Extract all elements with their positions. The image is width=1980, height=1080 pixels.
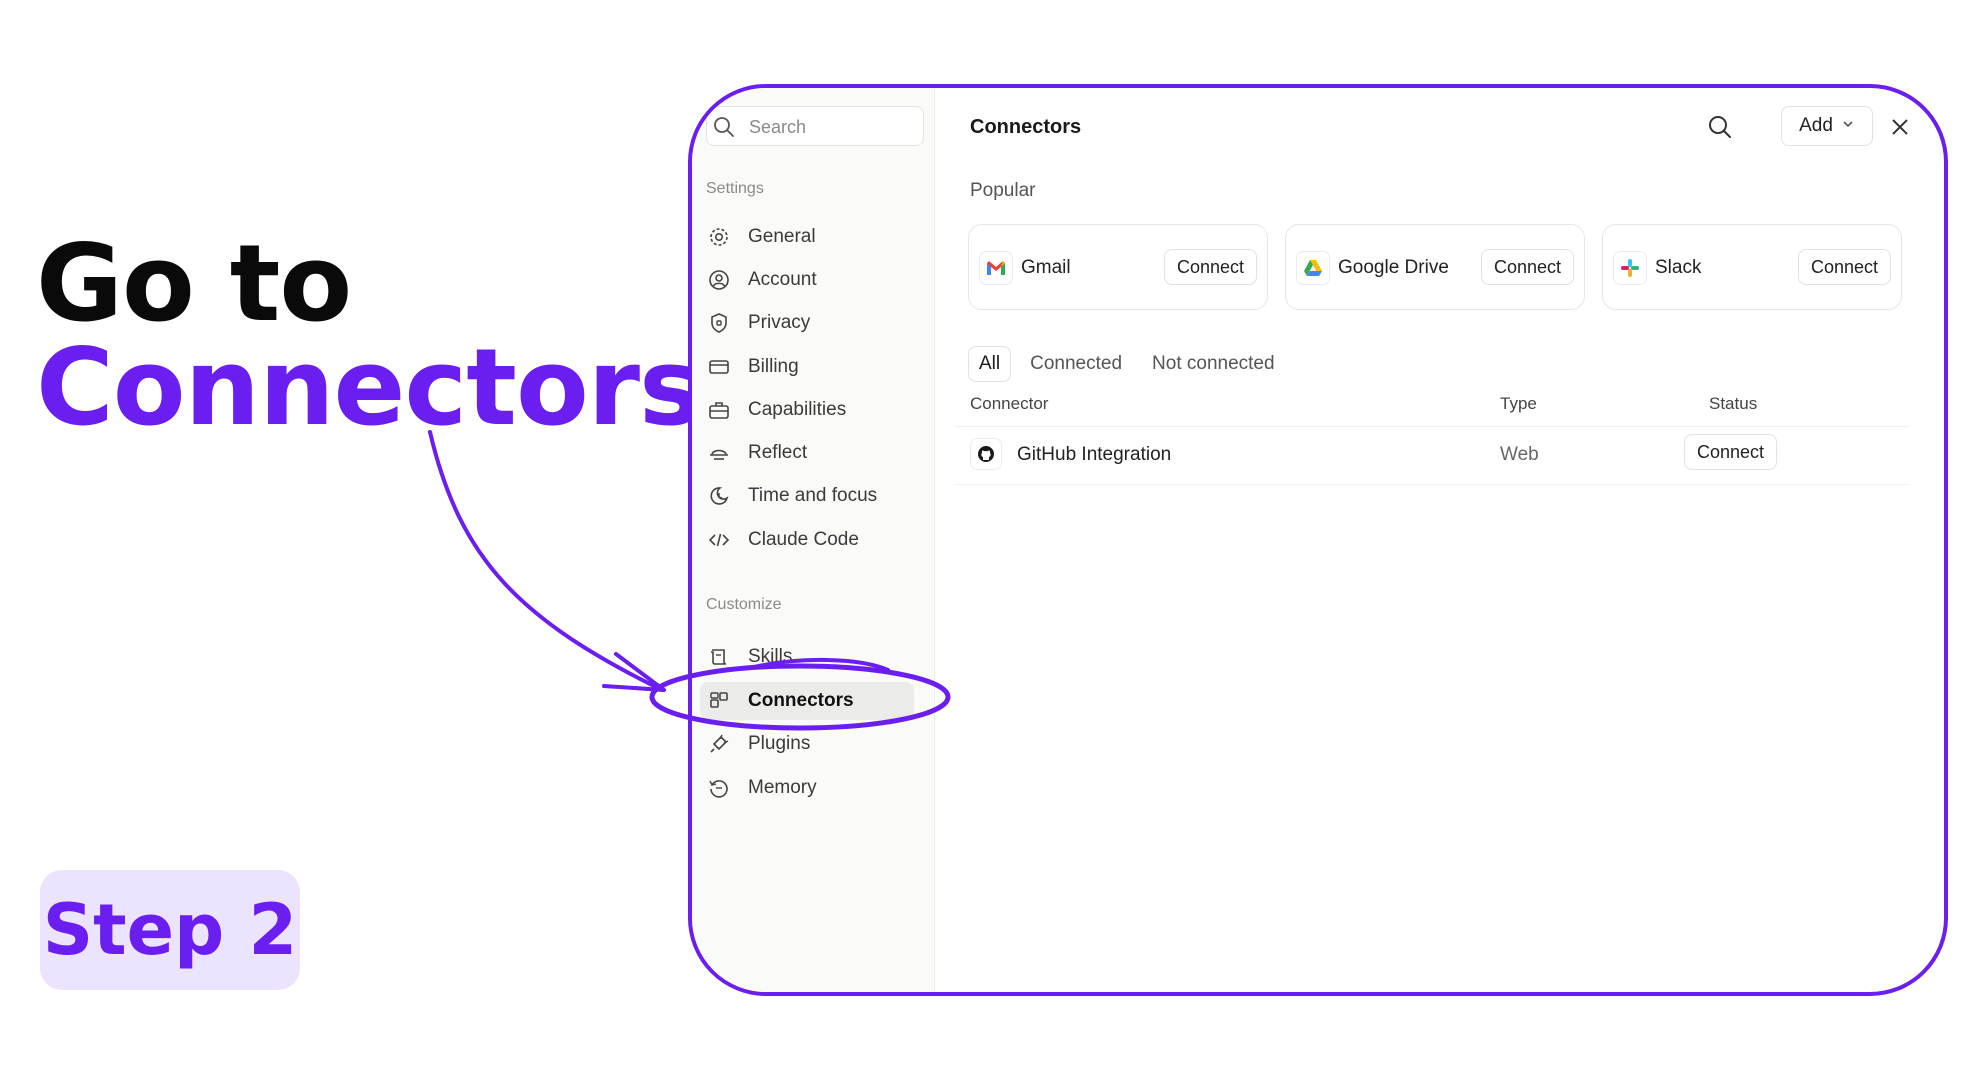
connector-name: GitHub Integration (1017, 444, 1172, 465)
sidebar-item-label: Plugins (748, 733, 811, 754)
connectors-icon (706, 688, 732, 714)
sidebar-search[interactable] (706, 106, 924, 146)
sidebar-item-label: Claude Code (748, 529, 859, 550)
sidebar-item-connectors[interactable]: Connectors (700, 682, 914, 720)
sidebar-item-label: Skills (748, 646, 793, 667)
sidebar-item-label: Reflect (748, 442, 808, 463)
search-input[interactable] (747, 115, 921, 139)
sidebar-item-billing[interactable]: Billing (700, 348, 914, 386)
connect-button[interactable]: Connect (1797, 249, 1891, 285)
sidebar-item-capabilities[interactable]: Capabilities (700, 391, 914, 429)
popular-section-label: Popular (970, 180, 1036, 201)
filter-tab-all[interactable]: All (968, 346, 1012, 382)
step-badge: Step 2 (40, 870, 300, 990)
sidebar-item-skills[interactable]: Skills (700, 638, 914, 676)
sidebar-item-plugins[interactable]: Plugins (700, 725, 914, 763)
settings-section-label: Settings (706, 180, 764, 197)
filter-tab-connected[interactable]: Connected (1019, 346, 1133, 382)
scroll-icon (706, 644, 732, 670)
search-icon[interactable] (1707, 114, 1733, 145)
sidebar-item-account[interactable]: Account (700, 261, 914, 299)
connector-type: Web (1500, 444, 1539, 465)
gear-icon (706, 224, 732, 250)
popular-card-name: Gmail (1021, 257, 1071, 278)
page-title: Connectors (970, 116, 1082, 138)
sidebar-item-claude-code[interactable]: Claude Code (700, 521, 914, 559)
popular-card-google-drive: Google Drive Connect (1285, 224, 1585, 310)
popular-card-name: Google Drive (1338, 257, 1449, 278)
add-button[interactable]: Add (1781, 106, 1873, 146)
sidebar-item-label: Time and focus (748, 485, 878, 506)
sidebar-item-label: Connectors (748, 690, 854, 711)
customize-section-label: Customize (706, 596, 782, 613)
sidebar-item-reflect[interactable]: Reflect (700, 434, 914, 472)
sidebar-item-label: Capabilities (748, 399, 847, 420)
reflect-icon (706, 440, 732, 466)
divider (955, 484, 1909, 485)
credit-card-icon (706, 354, 732, 380)
sidebar-item-time-and-focus[interactable]: Time and focus (700, 477, 914, 515)
sidebar-item-label: General (748, 226, 816, 247)
sidebar-item-label: Billing (748, 356, 799, 377)
hand-drawn-arrow (428, 430, 666, 692)
filter-tabs: All Connected Not connected (968, 346, 1286, 382)
sidebar-item-label: Account (748, 269, 817, 290)
sidebar-item-label: Privacy (748, 312, 811, 333)
popular-card-slack: Slack Connect (1602, 224, 1902, 310)
sidebar: Settings General Account Privacy Billing… (692, 88, 935, 992)
filter-tab-not-connected[interactable]: Not connected (1141, 346, 1286, 382)
plug-icon (706, 731, 732, 757)
connect-button[interactable]: Connect (1163, 249, 1257, 285)
moon-clock-icon (706, 483, 732, 509)
sidebar-item-memory[interactable]: Memory (700, 769, 914, 807)
divider (955, 426, 1909, 427)
column-header-type: Type (1500, 394, 1537, 413)
briefcase-icon (706, 397, 732, 423)
search-icon (713, 116, 735, 143)
gmail-icon (979, 251, 1013, 285)
settings-window: Settings General Account Privacy Billing… (688, 84, 1948, 996)
slack-icon (1613, 251, 1647, 285)
main-panel: Connectors Add Popular Gmail Connect Goo… (935, 88, 1944, 992)
column-header-status: Status (1709, 394, 1758, 413)
code-icon (706, 527, 732, 553)
google-drive-icon (1296, 251, 1330, 285)
shield-icon (706, 310, 732, 336)
sidebar-item-general[interactable]: General (700, 218, 914, 256)
chevron-down-icon (1841, 115, 1855, 137)
sidebar-item-privacy[interactable]: Privacy (700, 304, 914, 342)
add-button-label: Add (1799, 115, 1833, 136)
close-icon[interactable] (1891, 118, 1909, 141)
github-icon (970, 438, 1002, 470)
history-icon (706, 775, 732, 801)
user-circle-icon (706, 267, 732, 293)
sidebar-item-label: Memory (748, 777, 817, 798)
popular-card-gmail: Gmail Connect (968, 224, 1268, 310)
connect-button[interactable]: Connect (1480, 249, 1574, 285)
column-header-connector: Connector (970, 394, 1049, 413)
step-badge-label: Step 2 (42, 889, 298, 971)
popular-card-name: Slack (1655, 257, 1702, 278)
connect-button[interactable]: Connect (1684, 434, 1778, 470)
